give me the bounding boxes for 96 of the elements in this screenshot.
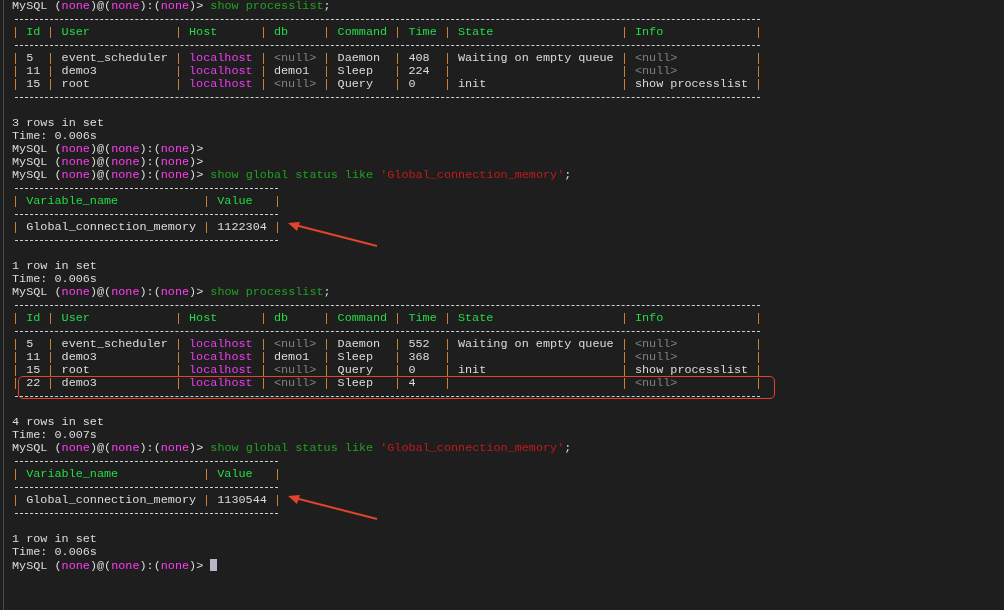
prompt-text: MySQL (none)@(none):(none)> <box>12 142 204 156</box>
table-cell: <null> <box>273 363 317 377</box>
row-count: 3 rows in set <box>12 117 106 130</box>
table-cell: localhost <box>188 77 253 91</box>
table-cell: localhost <box>188 64 253 78</box>
column-header: Variable_name <box>26 194 119 208</box>
column-header: Variable_name <box>26 467 119 481</box>
table-cell: <null> <box>634 376 678 390</box>
table-cell: 224 <box>408 64 430 78</box>
command-text: show global status like 'Global_connection_memory'; <box>210 441 572 455</box>
table-cell: 22 <box>26 376 41 390</box>
table-cell: <null> <box>273 376 317 390</box>
table-cell: Sleep <box>337 350 373 364</box>
prompt-text: MySQL (none)@(none):(none)> <box>12 285 205 299</box>
table-cell: 552 <box>408 337 430 351</box>
table-cell: show processlist <box>634 363 749 377</box>
column-header: Info <box>634 311 664 325</box>
table-cell: 0 <box>408 363 416 377</box>
table-cell: Sleep <box>337 376 373 390</box>
column-header: db <box>273 25 289 39</box>
prompt-text: MySQL (none)@(none):(none)> <box>12 559 205 573</box>
command-text: show processlist; <box>210 0 331 13</box>
table-cell: demo3 <box>61 64 97 78</box>
table-cell: demo3 <box>61 376 97 390</box>
prompt-text: MySQL (none)@(none):(none)> <box>12 441 205 455</box>
table-cell: localhost <box>188 350 253 364</box>
column-header: Id <box>26 25 41 39</box>
column-header: Id <box>26 311 41 325</box>
table-cell: root <box>61 77 90 91</box>
table-cell: 368 <box>408 350 430 364</box>
column-header: State <box>457 311 494 325</box>
table-cell: 15 <box>26 363 41 377</box>
table-cell: localhost <box>188 363 253 377</box>
table-cell: demo3 <box>61 350 97 364</box>
column-header: Value <box>217 194 253 208</box>
table-cell: Waiting on empty queue <box>457 51 614 65</box>
row-count: 4 rows in set <box>12 416 106 429</box>
column-header: db <box>273 311 289 325</box>
table-cell: 5 <box>26 51 34 65</box>
table-cell: 1122304 <box>217 220 267 234</box>
command-text: show global status like 'Global_connection_memory'; <box>210 168 572 182</box>
query-time: Time: 0.006s <box>12 130 98 143</box>
column-header: Host <box>188 25 218 39</box>
prompt-text: MySQL (none)@(none):(none)> <box>12 155 204 169</box>
table-cell: <null> <box>634 64 678 78</box>
table-cell: Waiting on empty queue <box>457 337 614 351</box>
table-cell: <null> <box>273 337 317 351</box>
row-count: 1 row in set <box>12 533 98 546</box>
table-cell: 15 <box>26 77 41 91</box>
table-cell: root <box>61 363 90 377</box>
table-cell: show processlist <box>634 77 749 91</box>
table-cell: init <box>457 363 487 377</box>
table-cell: <null> <box>273 77 317 91</box>
table-cell: 11 <box>26 350 41 364</box>
table-cell: init <box>457 77 487 91</box>
table-cell: localhost <box>188 376 253 390</box>
table-cell: 4 <box>408 376 416 390</box>
table-cell: Query <box>337 77 373 91</box>
query-time: Time: 0.007s <box>12 429 98 442</box>
table-cell: Daemon <box>337 51 381 65</box>
query-time: Time: 0.006s <box>12 273 98 286</box>
prompt-text: MySQL (none)@(none):(none)> <box>12 0 205 13</box>
table-cell: 0 <box>408 77 416 91</box>
column-header: User <box>61 25 90 39</box>
column-header: Value <box>217 467 253 481</box>
table-cell: localhost <box>188 51 253 65</box>
table-cell: <null> <box>634 350 678 364</box>
table-cell: 11 <box>26 64 41 78</box>
table-cell: 1130544 <box>217 493 267 507</box>
table-cell: Sleep <box>337 64 373 78</box>
prompt-text: MySQL (none)@(none):(none)> <box>12 168 205 182</box>
column-header: State <box>457 25 494 39</box>
table-cell: 408 <box>408 51 430 65</box>
table-cell: <null> <box>634 337 678 351</box>
column-header: User <box>61 311 90 325</box>
command-text: show processlist; <box>210 285 331 299</box>
row-count: 1 row in set <box>12 260 98 273</box>
table-cell: event_scheduler <box>61 51 168 65</box>
column-header: Command <box>337 25 388 39</box>
table-cell: demo1 <box>273 64 310 78</box>
table-cell: localhost <box>188 337 253 351</box>
table-cell: Query <box>337 363 373 377</box>
table-cell: 5 <box>26 337 34 351</box>
column-header: Command <box>337 311 388 325</box>
column-header: Time <box>408 25 437 39</box>
table-cell: Global_connection_memory <box>26 220 197 234</box>
table-cell: Global_connection_memory <box>26 493 197 507</box>
column-header: Info <box>634 25 664 39</box>
table-cell: <null> <box>634 51 678 65</box>
column-header: Host <box>188 311 218 325</box>
query-time: Time: 0.006s <box>12 546 98 559</box>
column-header: Time <box>408 311 437 325</box>
table-cell: demo1 <box>273 350 310 364</box>
table-cell: Daemon <box>337 337 381 351</box>
table-cell: event_scheduler <box>61 337 168 351</box>
table-cell: <null> <box>273 51 317 65</box>
